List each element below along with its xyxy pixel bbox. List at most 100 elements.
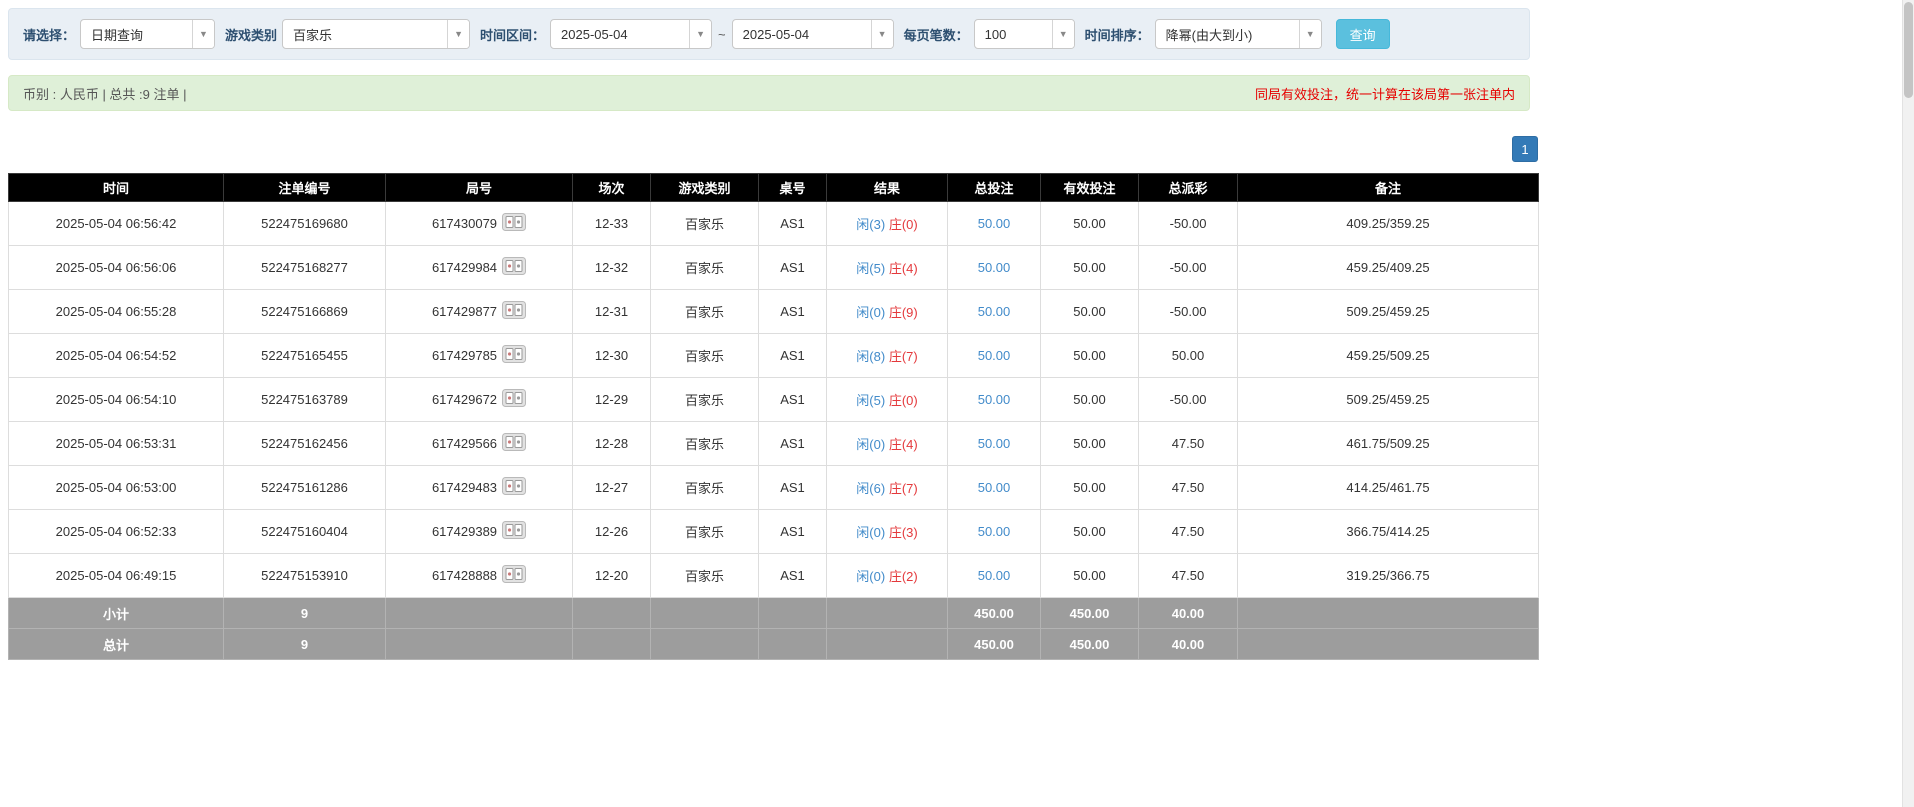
chevron-down-icon[interactable]: ▼	[447, 20, 469, 48]
records-table: 时间注单编号局号场次游戏类别桌号结果总投注有效投注总派彩备注 2025-05-0…	[8, 173, 1539, 660]
player-result: 闲(6)	[856, 481, 885, 496]
cell-time: 2025-05-04 06:52:33	[9, 510, 224, 554]
cell-payout: 47.50	[1139, 466, 1238, 510]
cell-total-bet[interactable]: 50.00	[948, 290, 1041, 334]
chevron-down-icon[interactable]: ▼	[1052, 20, 1074, 48]
cards-icon[interactable]	[502, 521, 526, 542]
date-from-picker[interactable]: 2025-05-04 ▼	[550, 19, 712, 49]
per-page-dropdown[interactable]: 100 ▼	[974, 19, 1075, 49]
cards-icon[interactable]	[502, 433, 526, 454]
player-result: 闲(0)	[856, 437, 885, 452]
chevron-down-icon[interactable]: ▼	[192, 20, 214, 48]
cell-payout: 47.50	[1139, 554, 1238, 598]
cell-game-type: 百家乐	[651, 510, 759, 554]
cell-table-number: AS1	[759, 378, 827, 422]
banker-result: 庄(7)	[889, 481, 918, 496]
cards-icon[interactable]	[502, 565, 526, 586]
chevron-down-icon[interactable]: ▼	[689, 20, 711, 48]
cell-table-number: AS1	[759, 202, 827, 246]
cell-payout: -50.00	[1139, 202, 1238, 246]
sort-order-value: 降幂(由大到小)	[1156, 20, 1299, 48]
round-number: 617429877	[432, 304, 497, 319]
cell-result: 闲(0) 庄(9)	[827, 290, 948, 334]
cell-result: 闲(8) 庄(7)	[827, 334, 948, 378]
cell-session: 12-30	[573, 334, 651, 378]
game-type-value: 百家乐	[283, 20, 447, 48]
cell-bet-number: 522475169680	[224, 202, 386, 246]
cell-session: 12-32	[573, 246, 651, 290]
cell-game-type: 百家乐	[651, 554, 759, 598]
total-bet-link[interactable]: 50.00	[978, 392, 1011, 407]
cell-payout: -50.00	[1139, 290, 1238, 334]
game-type-dropdown[interactable]: 百家乐 ▼	[282, 19, 470, 49]
cell-game-type: 百家乐	[651, 202, 759, 246]
cell-round-number: 617429483	[386, 466, 573, 510]
column-header: 结果	[827, 174, 948, 202]
banker-result: 庄(0)	[889, 393, 918, 408]
total-bet-link[interactable]: 50.00	[978, 568, 1011, 583]
round-number: 617429672	[432, 392, 497, 407]
cards-icon[interactable]	[502, 213, 526, 234]
cell-total-bet[interactable]: 50.00	[948, 246, 1041, 290]
select-type-label: 请选择：	[23, 25, 75, 44]
cell-valid-bet: 50.00	[1041, 466, 1139, 510]
cell-time: 2025-05-04 06:56:42	[9, 202, 224, 246]
total-bet-link[interactable]: 50.00	[978, 480, 1011, 495]
cell-time: 2025-05-04 06:55:28	[9, 290, 224, 334]
page-1-button[interactable]: 1	[1512, 136, 1538, 162]
total-bet-link[interactable]: 50.00	[978, 304, 1011, 319]
scrollbar-thumb[interactable]	[1904, 2, 1913, 98]
query-type-dropdown[interactable]: 日期查询 ▼	[80, 19, 215, 49]
cell-result: 闲(0) 庄(3)	[827, 510, 948, 554]
grand-total-row: 总计 9 450.00 450.00 40.00	[9, 629, 1539, 660]
table-row: 2025-05-04 06:53:00522475161286617429483…	[9, 466, 1539, 510]
total-bet-link[interactable]: 50.00	[978, 348, 1011, 363]
column-header: 时间	[9, 174, 224, 202]
cards-icon[interactable]	[502, 389, 526, 410]
subtotal-total-bet: 450.00	[948, 598, 1041, 629]
cell-round-number: 617429566	[386, 422, 573, 466]
query-button[interactable]: 查询	[1336, 19, 1390, 49]
cell-payout: 50.00	[1139, 334, 1238, 378]
cell-table-number: AS1	[759, 422, 827, 466]
cards-icon[interactable]	[502, 301, 526, 322]
cell-bet-number: 522475165455	[224, 334, 386, 378]
cell-round-number: 617430079	[386, 202, 573, 246]
round-number: 617429984	[432, 260, 497, 275]
sort-order-dropdown[interactable]: 降幂(由大到小) ▼	[1155, 19, 1322, 49]
cell-total-bet[interactable]: 50.00	[948, 334, 1041, 378]
chevron-down-icon[interactable]: ▼	[1299, 20, 1321, 48]
cell-round-number: 617428888	[386, 554, 573, 598]
total-label: 总计	[9, 629, 224, 660]
cell-total-bet[interactable]: 50.00	[948, 378, 1041, 422]
vertical-scrollbar[interactable]	[1902, 0, 1914, 807]
player-result: 闲(0)	[856, 305, 885, 320]
cards-icon[interactable]	[502, 477, 526, 498]
cell-game-type: 百家乐	[651, 422, 759, 466]
date-to-picker[interactable]: 2025-05-04 ▼	[732, 19, 894, 49]
cell-remark: 319.25/366.75	[1238, 554, 1539, 598]
round-number: 617430079	[432, 216, 497, 231]
round-number: 617429566	[432, 436, 497, 451]
notice-text: 同局有效投注，统一计算在该局第一张注单内	[1255, 84, 1515, 103]
total-bet-link[interactable]: 50.00	[978, 260, 1011, 275]
table-body: 2025-05-04 06:56:42522475169680 617430079…	[9, 202, 1539, 598]
cell-total-bet[interactable]: 50.00	[948, 510, 1041, 554]
total-payout: 40.00	[1139, 629, 1238, 660]
table-row: 2025-05-04 06:55:28522475166869 617429877…	[9, 290, 1539, 334]
cell-bet-number: 522475163789	[224, 378, 386, 422]
subtotal-label: 小计	[9, 598, 224, 629]
table-row: 2025-05-04 06:52:33522475160404617429389…	[9, 510, 1539, 554]
cell-total-bet[interactable]: 50.00	[948, 466, 1041, 510]
chevron-down-icon[interactable]: ▼	[871, 20, 893, 48]
total-bet-link[interactable]: 50.00	[978, 524, 1011, 539]
cell-total-bet[interactable]: 50.00	[948, 202, 1041, 246]
cell-total-bet[interactable]: 50.00	[948, 554, 1041, 598]
total-bet-link[interactable]: 50.00	[978, 436, 1011, 451]
total-bet-link[interactable]: 50.00	[978, 216, 1011, 231]
cell-total-bet[interactable]: 50.00	[948, 422, 1041, 466]
banker-result: 庄(4)	[889, 437, 918, 452]
cards-icon[interactable]	[502, 345, 526, 366]
cell-bet-number: 522475166869	[224, 290, 386, 334]
cards-icon[interactable]	[502, 257, 526, 278]
